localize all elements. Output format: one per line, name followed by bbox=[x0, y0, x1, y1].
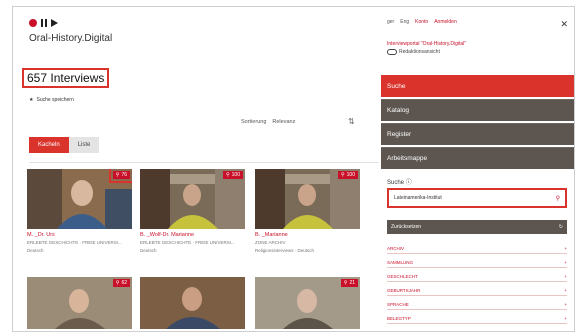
interview-thumbnail[interactable]: ⚲ 76 bbox=[27, 169, 132, 229]
sort-value[interactable]: Relevanz bbox=[272, 119, 295, 125]
sort-control[interactable]: Sortierung Relevanz bbox=[241, 119, 295, 125]
facet-birthyear[interactable]: GEBURTSJAHR + bbox=[387, 285, 567, 296]
match-badge[interactable]: ⚲ 62 bbox=[112, 279, 130, 287]
reset-button[interactable]: Zurücksetzen ↻ bbox=[387, 220, 567, 234]
plus-icon: + bbox=[564, 245, 567, 251]
play-icon bbox=[51, 19, 58, 27]
editorial-toggle[interactable]: Redaktionsansicht bbox=[387, 49, 440, 55]
interview-card[interactable]: ⚲ 100 B. _Marianne ZONE ARCHIV Religions… bbox=[255, 169, 360, 254]
divider bbox=[29, 162, 379, 163]
account-link[interactable]: Konto bbox=[415, 19, 428, 25]
close-icon[interactable]: ✕ bbox=[560, 19, 568, 30]
interview-card[interactable] bbox=[140, 277, 245, 329]
nav-search[interactable]: Suche bbox=[381, 75, 574, 97]
nav-workbook[interactable]: Arbeitsmappe bbox=[381, 147, 574, 169]
plus-icon: + bbox=[564, 273, 567, 279]
nav-register[interactable]: Register bbox=[381, 123, 574, 145]
pause-icon bbox=[41, 19, 47, 27]
search-heading: Suche ⓘ bbox=[387, 180, 412, 186]
portal-title: Interviewportal "Oral-History.Digital" bbox=[387, 41, 467, 47]
match-badge[interactable]: ⚲ 21 bbox=[340, 279, 358, 287]
interview-language: Deutsch bbox=[140, 248, 157, 253]
app-window: Oral-History.Digital 657 Interviews ★ Su… bbox=[12, 6, 575, 332]
logo[interactable] bbox=[29, 19, 58, 27]
interview-title[interactable]: B. _Wolf-Dr. Marianne bbox=[140, 232, 245, 238]
sort-label: Sortierung bbox=[241, 119, 267, 125]
lang-de[interactable]: ger bbox=[387, 19, 394, 25]
facet-archive[interactable]: ARCHIV + bbox=[387, 243, 567, 254]
top-links: ger Eng Konto Anmelden bbox=[387, 19, 457, 25]
search-icon: ⚲ bbox=[340, 172, 345, 178]
results-count: 657 Interviews bbox=[22, 68, 110, 88]
interview-thumbnail[interactable]: ⚲ 100 bbox=[140, 169, 245, 229]
facet-collection[interactable]: SAMMLUNG + bbox=[387, 257, 567, 268]
interview-language: Deutsch bbox=[27, 248, 44, 253]
interview-title[interactable]: B. _Marianne bbox=[255, 232, 360, 238]
interview-card[interactable]: ⚲ 100 B. _Wolf-Dr. Marianne ERLEBTE GESC… bbox=[140, 169, 245, 254]
sort-direction-icon[interactable]: ⇅ bbox=[348, 117, 355, 126]
interview-thumbnail[interactable]: ⚲ 62 bbox=[27, 277, 132, 329]
sidebar: ger Eng Konto Anmelden ✕ Interviewportal… bbox=[381, 7, 574, 331]
interview-title[interactable]: M. _Dr. Urs bbox=[27, 232, 132, 238]
interview-thumbnail[interactable]: ⚲ 100 bbox=[255, 169, 360, 229]
plus-icon: + bbox=[564, 301, 567, 307]
plus-icon: + bbox=[564, 287, 567, 293]
interview-card[interactable]: ⚲ 21 bbox=[255, 277, 360, 329]
interview-meta: ERLEBTE GESCHICHTE · FREIE UNIVERSI... bbox=[140, 240, 235, 245]
list-view-button[interactable]: Liste bbox=[68, 137, 100, 153]
thumbnail-image bbox=[140, 277, 245, 329]
search-icon: ⚲ bbox=[343, 280, 348, 286]
search-input[interactable] bbox=[394, 195, 534, 201]
plus-icon: + bbox=[564, 315, 567, 321]
view-toggle: Kacheln Liste bbox=[29, 137, 100, 153]
plus-icon: + bbox=[564, 259, 567, 265]
interview-meta: ZONE ARCHIV bbox=[255, 240, 286, 245]
search-icon: ⚲ bbox=[225, 172, 230, 178]
help-icon[interactable]: ⓘ bbox=[406, 180, 412, 186]
match-badge[interactable]: ⚲ 100 bbox=[222, 171, 243, 179]
interview-language: Religionsinterviews · Deutsch bbox=[255, 248, 315, 253]
record-icon bbox=[29, 19, 37, 27]
save-search-link[interactable]: ★ Suche speichern bbox=[29, 97, 74, 103]
interview-card[interactable]: ⚲ 62 bbox=[27, 277, 132, 329]
search-icon: ⚲ bbox=[115, 280, 120, 286]
nav-catalog[interactable]: Katalog bbox=[381, 99, 574, 121]
match-badge[interactable]: ⚲ 100 bbox=[337, 171, 358, 179]
star-icon: ★ bbox=[29, 97, 34, 103]
lang-en[interactable]: Eng bbox=[400, 19, 409, 25]
search-icon[interactable]: ⚲ bbox=[556, 195, 560, 202]
facet-gender[interactable]: GESCHLECHT + bbox=[387, 271, 567, 282]
interview-meta: ERLEBTE GESCHICHTE · FREIE UNIVERSI... bbox=[27, 240, 122, 245]
reset-icon: ↻ bbox=[558, 224, 563, 230]
interview-thumbnail[interactable]: ⚲ 21 bbox=[255, 277, 360, 329]
brand-name[interactable]: Oral-History.Digital bbox=[29, 33, 112, 44]
facet-language[interactable]: SPRACHE + bbox=[387, 299, 567, 310]
search-field[interactable]: ⚲ bbox=[387, 188, 567, 208]
login-link[interactable]: Anmelden bbox=[434, 19, 457, 25]
grid-view-button[interactable]: Kacheln bbox=[29, 137, 69, 153]
match-badge[interactable]: ⚲ 76 bbox=[108, 169, 132, 183]
interview-thumbnail[interactable] bbox=[140, 277, 245, 329]
interview-card[interactable]: ⚲ 76 M. _Dr. Urs ERLEBTE GESCHICHTE · FR… bbox=[27, 169, 132, 254]
search-icon: ⚲ bbox=[115, 172, 120, 178]
facet-type[interactable]: BELEGTYP + bbox=[387, 313, 567, 324]
toggle-icon bbox=[387, 49, 397, 55]
